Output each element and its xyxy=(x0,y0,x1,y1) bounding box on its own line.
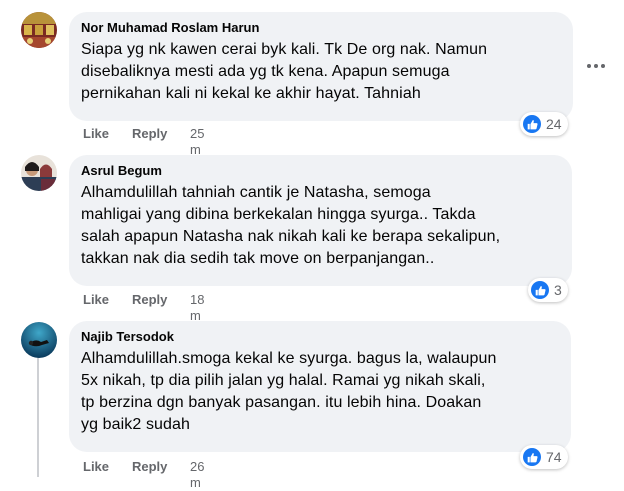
like-icon xyxy=(523,448,541,466)
avatar-image xyxy=(21,12,57,48)
comment-author[interactable]: Asrul Begum xyxy=(81,163,560,179)
more-options-icon[interactable] xyxy=(584,58,608,74)
reply-button[interactable]: Reply xyxy=(132,292,167,308)
reaction-count: 3 xyxy=(554,282,562,298)
comment-bubble: Najib Tersodok Alhamdulillah.smoga kekal… xyxy=(69,321,571,452)
reaction-count: 74 xyxy=(546,449,562,465)
comment-timestamp[interactable]: 25 m xyxy=(190,126,204,158)
comment-bubble: Nor Muhamad Roslam Harun Siapa yg nk kaw… xyxy=(69,12,573,121)
like-icon xyxy=(523,115,541,133)
comment-text-line: mahligai yang dibina berkekalan hingga s… xyxy=(81,206,476,223)
comment-timestamp[interactable]: 26 m xyxy=(190,459,204,491)
comment-text-line: disebaliknya mesti ada yg tk kena. Apapu… xyxy=(81,63,450,80)
like-button[interactable]: Like xyxy=(83,126,109,142)
like-button[interactable]: Like xyxy=(83,292,109,308)
reaction-summary[interactable]: 24 xyxy=(520,112,568,136)
comment-bubble: Asrul Begum Alhamdulillah tahniah cantik… xyxy=(69,155,572,286)
comment-text-line: Alhamdulillah.smoga kekal ke syurga. bag… xyxy=(81,350,497,367)
comment-text-line: Alhamdulillah tahniah cantik je Natasha,… xyxy=(81,184,431,201)
comment-text-line: 5x nikah, tp dia pilih jalan yg halal. R… xyxy=(81,372,486,389)
comment-text-line: takkan nak dia sedih tak move on berpanj… xyxy=(81,250,435,267)
like-icon xyxy=(531,281,549,299)
reaction-summary[interactable]: 3 xyxy=(528,278,568,302)
reaction-count: 24 xyxy=(546,116,562,132)
comment-author[interactable]: Najib Tersodok xyxy=(81,329,559,345)
comment-text-line: yg baik2 sudah xyxy=(81,416,191,433)
comment-timestamp[interactable]: 18 m xyxy=(190,292,204,324)
author-avatar[interactable] xyxy=(21,12,57,48)
reply-button[interactable]: Reply xyxy=(132,126,167,142)
avatar-image xyxy=(21,155,57,191)
author-avatar[interactable] xyxy=(21,322,57,358)
avatar-image xyxy=(21,322,57,358)
comment-text-line: salah apapun Natasha nak nikah kali ke b… xyxy=(81,228,501,245)
comment-author[interactable]: Nor Muhamad Roslam Harun xyxy=(81,20,561,36)
author-avatar[interactable] xyxy=(21,155,57,191)
reply-button[interactable]: Reply xyxy=(132,459,167,475)
comment-text-line: Siapa yg nk kawen cerai byk kali. Tk De … xyxy=(81,41,488,58)
reaction-summary[interactable]: 74 xyxy=(520,445,568,469)
comment-text-line: pernikahan kali ni kekal ke akhir hayat.… xyxy=(81,85,421,102)
like-button[interactable]: Like xyxy=(83,459,109,475)
reply-thread-line xyxy=(37,356,39,477)
comment-text-line: tp berzina dgn banyak pasangan. itu lebi… xyxy=(81,394,482,411)
